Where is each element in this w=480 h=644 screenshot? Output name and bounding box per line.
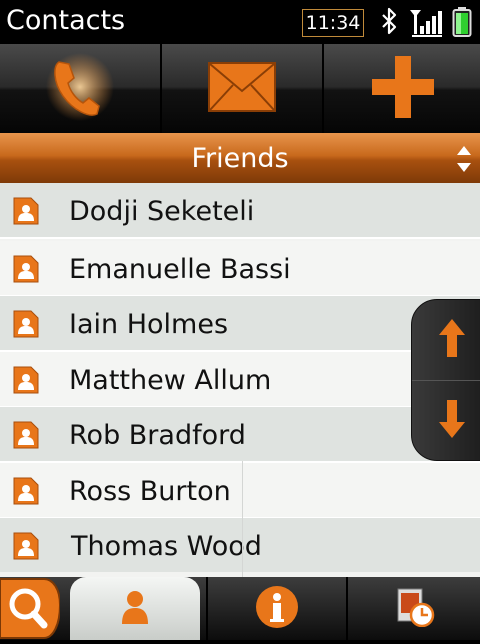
plus-icon xyxy=(370,54,436,124)
contact-icon xyxy=(13,421,39,453)
group-selector[interactable]: Friends xyxy=(0,133,480,183)
status-bar: Contacts 11:34 xyxy=(0,0,480,44)
clock: 11:34 xyxy=(302,9,364,37)
info-icon xyxy=(255,585,299,633)
contact-icon xyxy=(13,197,39,229)
contact-icon xyxy=(13,532,39,564)
contact-name: Thomas Wood xyxy=(71,531,262,562)
arrow-up-icon xyxy=(438,318,466,362)
contact-icon xyxy=(13,255,39,287)
envelope-icon xyxy=(207,61,277,117)
contact-list[interactable]: Dodji Seketeli Emanuelle Bassi Iain Holm… xyxy=(0,183,480,577)
contact-name: Emanuelle Bassi xyxy=(69,254,291,285)
action-bar xyxy=(0,44,480,133)
person-icon xyxy=(121,589,149,629)
scroll-up-button[interactable] xyxy=(412,300,480,381)
info-button[interactable] xyxy=(206,577,346,640)
bottom-toolbar xyxy=(0,577,480,640)
contact-name: Rob Bradford xyxy=(69,420,246,451)
contacts-tab[interactable] xyxy=(70,577,200,640)
call-button[interactable] xyxy=(0,44,160,133)
contact-icon xyxy=(13,477,39,509)
history-button[interactable] xyxy=(346,577,480,640)
contact-name: Matthew Allum xyxy=(69,365,272,396)
contact-row[interactable]: Ross Burton xyxy=(0,463,480,519)
contact-row[interactable]: Dodji Seketeli xyxy=(0,183,480,239)
battery-icon xyxy=(452,7,472,41)
message-button[interactable] xyxy=(160,44,322,133)
bluetooth-icon xyxy=(380,6,398,40)
sort-arrows-icon[interactable] xyxy=(456,145,472,177)
contact-row[interactable]: Emanuelle Bassi xyxy=(0,241,480,297)
search-button[interactable] xyxy=(0,577,62,640)
contact-row[interactable]: Iain Holmes xyxy=(0,296,480,352)
scroll-down-button[interactable] xyxy=(412,380,480,461)
contact-row[interactable]: Matthew Allum xyxy=(0,352,480,408)
divider xyxy=(242,461,243,577)
add-contact-button[interactable] xyxy=(322,44,480,133)
search-icon xyxy=(0,578,62,644)
contact-row[interactable]: Rob Bradford xyxy=(0,407,480,463)
group-label: Friends xyxy=(191,143,289,174)
app-title: Contacts xyxy=(6,5,126,36)
contact-name: Ross Burton xyxy=(69,476,231,507)
arrow-down-icon xyxy=(438,399,466,443)
contact-name: Iain Holmes xyxy=(69,309,229,340)
contact-icon xyxy=(13,310,39,342)
signal-icon xyxy=(410,6,444,42)
history-icon xyxy=(395,587,435,631)
scroll-control xyxy=(411,299,480,461)
contact-name: Dodji Seketeli xyxy=(69,196,255,227)
contact-icon xyxy=(13,366,39,398)
phone-icon xyxy=(45,52,115,126)
contact-row[interactable]: Thomas Wood xyxy=(0,518,480,572)
